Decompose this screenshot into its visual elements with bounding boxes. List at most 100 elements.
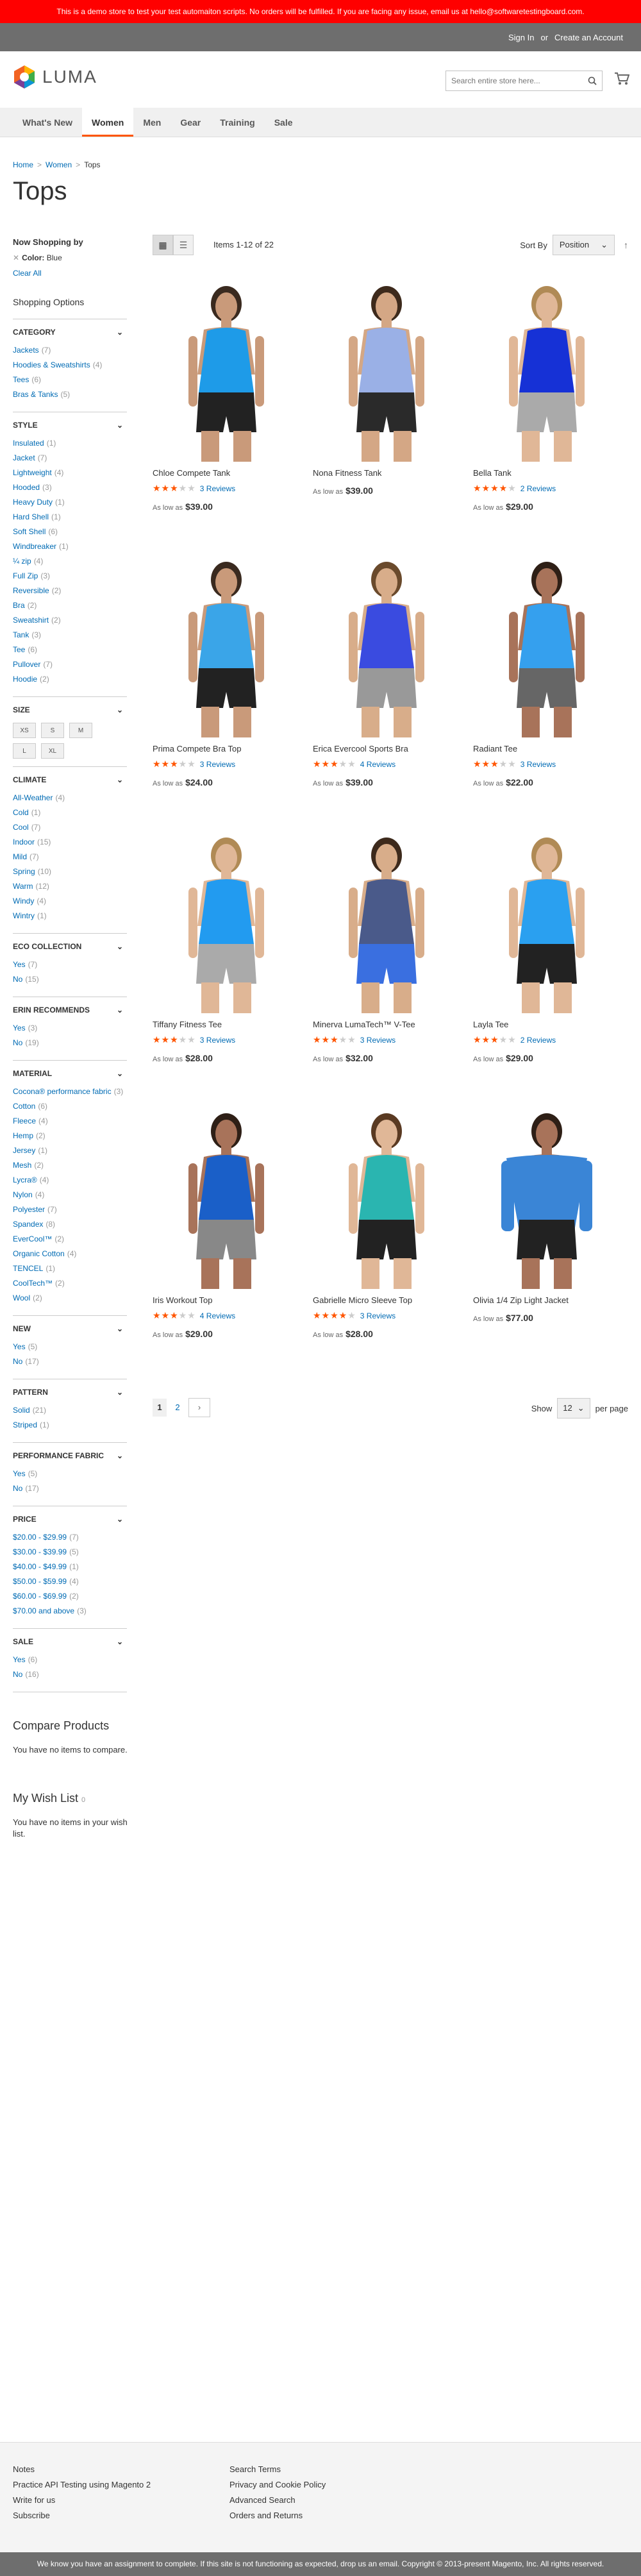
footer-link-search-terms[interactable]: Search Terms	[229, 2464, 281, 2474]
product-name-link[interactable]: Olivia 1/4 Zip Light Jacket	[473, 1295, 569, 1305]
filter-option[interactable]: Insulated (1)	[13, 438, 127, 448]
product-reviews-link[interactable]: 4 Reviews	[360, 760, 395, 769]
filter-option[interactable]: Mesh (2)	[13, 1160, 127, 1170]
filter-option[interactable]: CoolTech™ (2)	[13, 1278, 127, 1288]
next-page-icon[interactable]: ›	[188, 1398, 210, 1417]
product-name-link[interactable]: Iris Workout Top	[153, 1295, 212, 1305]
filter-option[interactable]: No (15)	[13, 974, 127, 984]
product-image[interactable]	[153, 830, 300, 1013]
nav-training[interactable]: Training	[210, 108, 264, 137]
filter-option[interactable]: Hard Shell (1)	[13, 512, 127, 522]
filter-option[interactable]: $50.00 - $59.99 (4)	[13, 1576, 127, 1587]
limit-select[interactable]: 12 ⌄	[557, 1398, 590, 1418]
filter-option[interactable]: EverCool™ (2)	[13, 1234, 127, 1244]
filter-option[interactable]: Spring (10)	[13, 866, 127, 877]
cart-icon[interactable]	[614, 72, 629, 86]
filter-section-title[interactable]: Climate ⌄	[13, 775, 127, 785]
filter-option[interactable]: Wool (2)	[13, 1293, 127, 1303]
filter-option[interactable]: Full Zip (3)	[13, 571, 127, 581]
nav-sale[interactable]: Sale	[265, 108, 303, 137]
filter-option[interactable]: Tees (6)	[13, 375, 127, 385]
filter-option[interactable]: Fleece (4)	[13, 1116, 127, 1126]
product-reviews-link[interactable]: 3 Reviews	[360, 1311, 395, 1320]
product-image[interactable]	[313, 830, 460, 1013]
filter-section-title[interactable]: New ⌄	[13, 1324, 127, 1334]
remove-filter-icon[interactable]: ✕	[13, 253, 19, 262]
filter-option[interactable]: Lightweight (4)	[13, 467, 127, 478]
filter-option[interactable]: Spandex (8)	[13, 1219, 127, 1229]
nav-gear[interactable]: Gear	[171, 108, 210, 137]
filter-option[interactable]: Solid (21)	[13, 1405, 127, 1415]
filter-option[interactable]: Mild (7)	[13, 852, 127, 862]
filter-option[interactable]: Jacket (7)	[13, 453, 127, 463]
filter-section-title[interactable]: Performance Fabric ⌄	[13, 1451, 127, 1461]
create-account-link[interactable]: Create an Account	[554, 33, 623, 42]
product-image[interactable]	[473, 830, 620, 1013]
footer-link-advanced-search[interactable]: Advanced Search	[229, 2495, 296, 2505]
grid-view-icon[interactable]: ▦	[153, 235, 173, 255]
filter-option[interactable]: Hoodies & Sweatshirts (4)	[13, 360, 127, 370]
filter-option[interactable]: TENCEL (1)	[13, 1263, 127, 1274]
list-view-icon[interactable]: ☰	[173, 235, 194, 255]
footer-link-api[interactable]: Practice API Testing using Magento 2	[13, 2480, 151, 2489]
filter-section-title[interactable]: Material ⌄	[13, 1068, 127, 1079]
size-swatch[interactable]: XL	[41, 743, 64, 759]
filter-section-title[interactable]: Category ⌄	[13, 327, 127, 337]
filter-option[interactable]: Organic Cotton (4)	[13, 1249, 127, 1259]
filter-option[interactable]: Yes (7)	[13, 959, 127, 970]
filter-option[interactable]: Yes (6)	[13, 1654, 127, 1665]
filter-option[interactable]: Hooded (3)	[13, 482, 127, 492]
filter-option[interactable]: Windbreaker (1)	[13, 541, 127, 551]
filter-option[interactable]: No (17)	[13, 1483, 127, 1494]
footer-link-subscribe[interactable]: Subscribe	[13, 2511, 50, 2520]
product-image[interactable]	[153, 1106, 300, 1289]
filter-option[interactable]: Reversible (2)	[13, 585, 127, 596]
filter-option[interactable]: Cocona® performance fabric (3)	[13, 1086, 127, 1097]
product-image[interactable]	[473, 1106, 620, 1289]
size-swatch[interactable]: XS	[13, 723, 36, 738]
filter-option[interactable]: Polyester (7)	[13, 1204, 127, 1215]
filter-option[interactable]: $60.00 - $69.99 (2)	[13, 1591, 127, 1601]
product-name-link[interactable]: Bella Tank	[473, 468, 512, 478]
product-name-link[interactable]: Layla Tee	[473, 1020, 508, 1029]
product-reviews-link[interactable]: 2 Reviews	[520, 484, 556, 493]
filter-option[interactable]: Wintry (1)	[13, 911, 127, 921]
filter-option[interactable]: $40.00 - $49.99 (1)	[13, 1562, 127, 1572]
filter-option[interactable]: Hemp (2)	[13, 1131, 127, 1141]
nav-whats-new[interactable]: What's New	[13, 108, 82, 137]
footer-link-privacy[interactable]: Privacy and Cookie Policy	[229, 2480, 326, 2489]
product-reviews-link[interactable]: 3 Reviews	[360, 1036, 395, 1045]
sort-select[interactable]: Position ⌄	[552, 235, 615, 255]
filter-option[interactable]: ¼ zip (4)	[13, 556, 127, 566]
footer-link-write[interactable]: Write for us	[13, 2495, 55, 2505]
filter-section-title[interactable]: Price ⌄	[13, 1514, 127, 1524]
filter-option[interactable]: All-Weather (4)	[13, 793, 127, 803]
size-swatch[interactable]: L	[13, 743, 36, 759]
product-name-link[interactable]: Tiffany Fitness Tee	[153, 1020, 222, 1029]
product-reviews-link[interactable]: 4 Reviews	[200, 1311, 235, 1320]
breadcrumb-home[interactable]: Home	[13, 160, 33, 169]
product-reviews-link[interactable]: 2 Reviews	[520, 1036, 556, 1045]
nav-men[interactable]: Men	[133, 108, 171, 137]
filter-section-title[interactable]: Size ⌄	[13, 705, 127, 715]
product-image[interactable]	[313, 278, 460, 462]
filter-option[interactable]: Heavy Duty (1)	[13, 497, 127, 507]
filter-option[interactable]: $30.00 - $39.99 (5)	[13, 1547, 127, 1557]
product-name-link[interactable]: Nona Fitness Tank	[313, 468, 381, 478]
filter-option[interactable]: Pullover (7)	[13, 659, 127, 669]
sort-direction-icon[interactable]: ↑	[624, 240, 628, 250]
filter-section-title[interactable]: Erin Recommends ⌄	[13, 1005, 127, 1015]
filter-option[interactable]: Lycra® (4)	[13, 1175, 127, 1185]
product-image[interactable]	[313, 1106, 460, 1289]
filter-option[interactable]: Bras & Tanks (5)	[13, 389, 127, 400]
product-name-link[interactable]: Chloe Compete Tank	[153, 468, 230, 478]
filter-option[interactable]: Jersey (1)	[13, 1145, 127, 1156]
product-name-link[interactable]: Radiant Tee	[473, 744, 517, 753]
sign-in-link[interactable]: Sign In	[508, 33, 534, 42]
filter-option[interactable]: Tee (6)	[13, 644, 127, 655]
filter-option[interactable]: Bra (2)	[13, 600, 127, 610]
nav-women[interactable]: Women	[82, 108, 134, 137]
filter-option[interactable]: Striped (1)	[13, 1420, 127, 1430]
product-reviews-link[interactable]: 3 Reviews	[200, 1036, 235, 1045]
filter-option[interactable]: Indoor (15)	[13, 837, 127, 847]
